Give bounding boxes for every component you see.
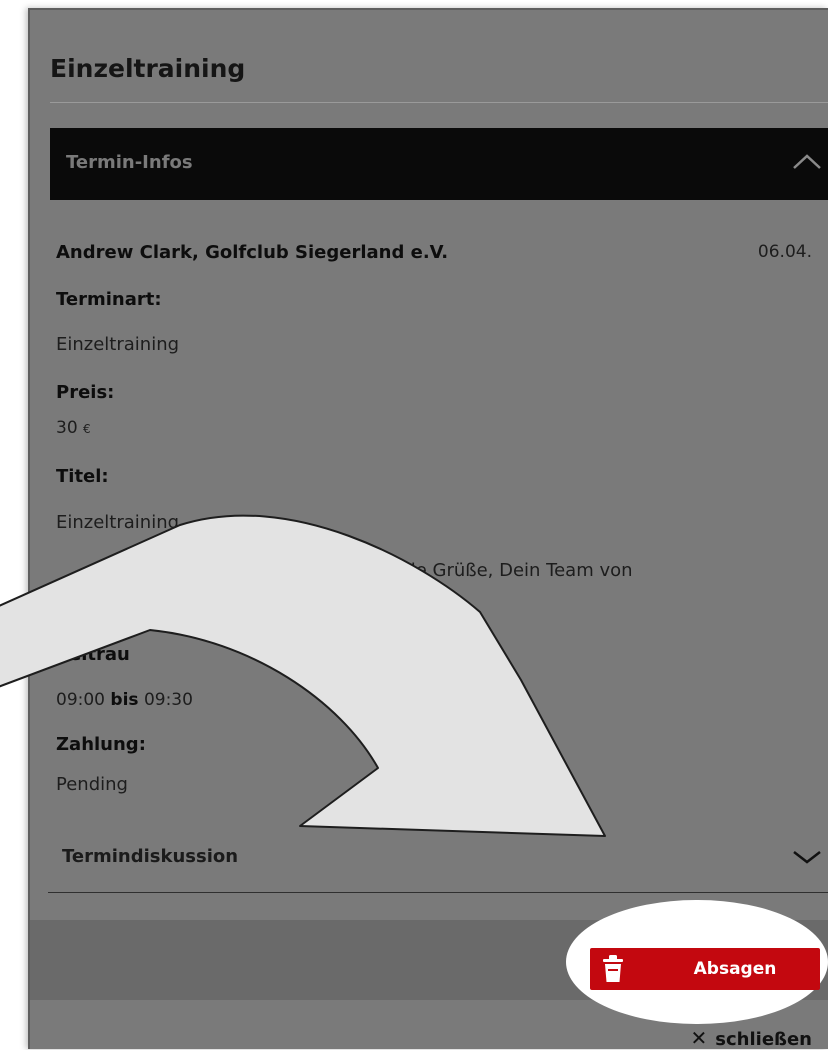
time-end: 09:30 xyxy=(143,690,193,710)
time-start: 09:00 xyxy=(56,690,105,710)
payment-value: Pending xyxy=(56,774,128,795)
price-currency: € xyxy=(83,422,91,436)
time-range: 09:00 bis 09:30 xyxy=(56,690,193,710)
termin-infos-label: Termin-Infos xyxy=(66,152,193,173)
cancel-button-label: Absagen xyxy=(693,959,777,979)
close-link[interactable]: ✕ schließen xyxy=(691,1026,812,1050)
payment-label: Zahlung: xyxy=(56,734,146,755)
termindiskussion-label: Termindiskussion xyxy=(62,846,239,867)
termindiskussion-header[interactable]: Termindiskussion xyxy=(48,820,828,893)
cancel-appointment-button[interactable]: Absagen xyxy=(590,948,820,990)
dialog-title: Einzeltraining xyxy=(50,54,246,83)
termin-infos-header[interactable]: Termin-Infos xyxy=(50,128,828,200)
title-label: Titel: xyxy=(56,466,109,487)
close-label: schließen xyxy=(715,1029,812,1050)
type-value: Einzeltraining xyxy=(56,334,180,355)
trainer-name: Andrew Clark, Golfclub Siegerland e.V. xyxy=(56,242,449,263)
appointment-date: 06.04. xyxy=(757,242,812,262)
chevron-down-icon[interactable] xyxy=(792,848,822,870)
chevron-up-icon[interactable] xyxy=(792,152,822,174)
close-icon: ✕ xyxy=(690,1026,708,1050)
title-divider xyxy=(50,102,828,103)
type-label: Terminart: xyxy=(56,289,162,310)
title-value: Einzeltraining xyxy=(56,512,180,533)
price-value: 30 € xyxy=(56,418,91,438)
period-label: Zeitrau xyxy=(56,644,130,665)
price-label: Preis: xyxy=(56,382,115,403)
price-amount: 30 xyxy=(56,418,78,438)
time-separator: bis xyxy=(110,690,139,710)
booking-note: ist eine Testbuchung. Viele Grüße, Dein … xyxy=(186,560,633,581)
